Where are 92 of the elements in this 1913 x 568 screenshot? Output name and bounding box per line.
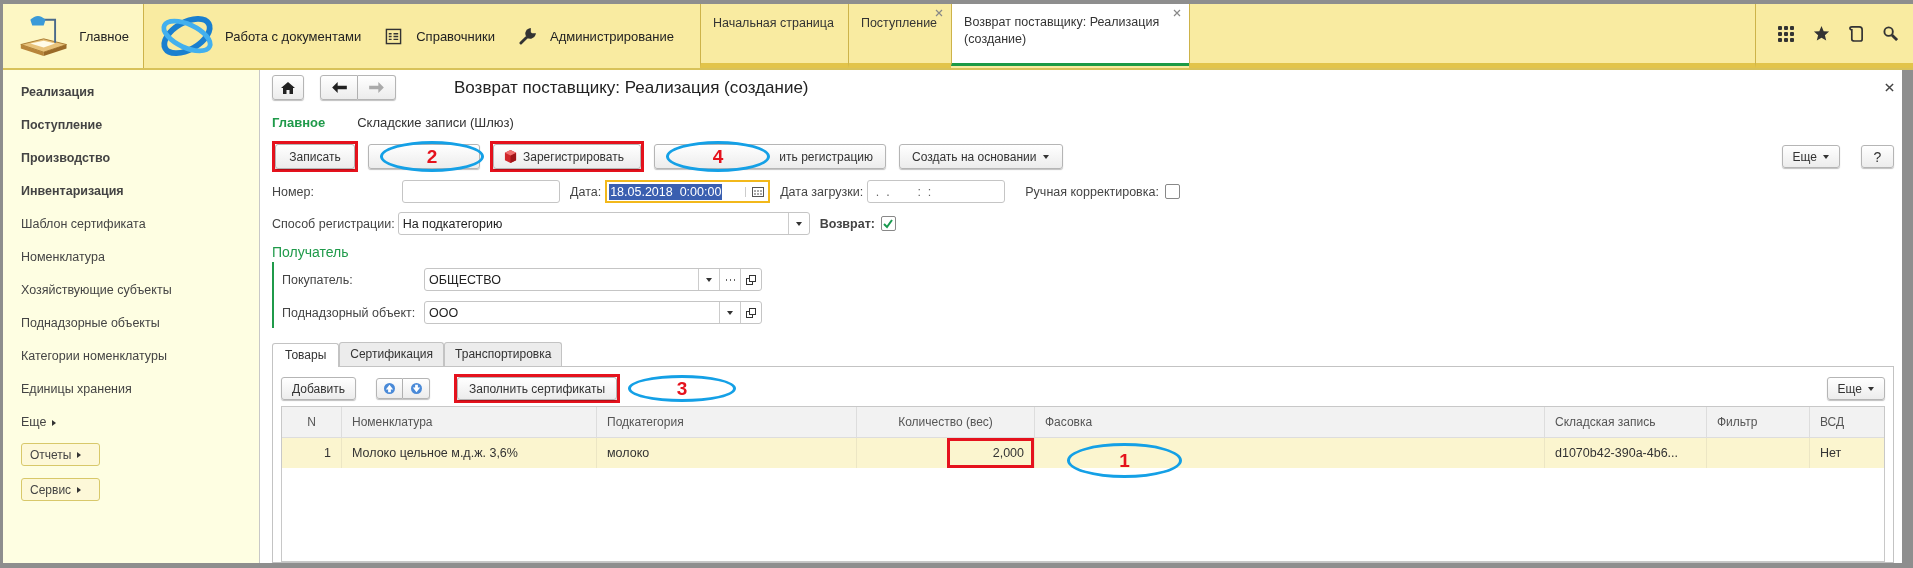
- nav-link[interactable]: Производство: [21, 142, 111, 175]
- nav-link[interactable]: Поднадзорные объекты: [21, 307, 160, 340]
- column-header[interactable]: ВСД: [1810, 407, 1884, 437]
- fill-button[interactable]: Заполнить сертификаты: [457, 377, 618, 400]
- nav-link[interactable]: Единицы хранения: [21, 373, 132, 406]
- section-tab[interactable]: Работа с документами: [144, 4, 376, 68]
- table-cell-text: Нет: [1819, 445, 1843, 462]
- table-cell: Молоко цельное м.д.ж. 3,6%: [342, 438, 597, 468]
- column-header[interactable]: Фасовка: [1035, 407, 1545, 437]
- arrow-down-icon: [410, 383, 422, 394]
- form-title: Возврат поставщику: Реализация (создание): [454, 77, 809, 98]
- field-label: Дата загрузки:: [780, 184, 864, 199]
- annotation-number: 1: [1119, 451, 1130, 470]
- wrench-icon: [519, 27, 536, 45]
- field-label: Способ регистрации:: [272, 216, 395, 231]
- apps-grid-icon[interactable]: [1778, 25, 1794, 42]
- table-cell: d1070b42-390a-4b6...: [1545, 438, 1707, 468]
- more-link[interactable]: Еще: [21, 406, 57, 439]
- nav-link[interactable]: Поступление: [21, 109, 103, 142]
- back-button[interactable]: [320, 75, 358, 100]
- column-header[interactable]: Количество (вес): [857, 407, 1035, 437]
- column-header[interactable]: Подкатегория: [597, 407, 857, 437]
- open-tab[interactable]: Начальная страница: [699, 4, 848, 68]
- caret-icon: [77, 451, 82, 458]
- more-button[interactable]: Еще: [1781, 145, 1840, 168]
- nav-link[interactable]: Номенклатура: [21, 241, 105, 274]
- date-field[interactable]: 18.05.2018 0:00:00: [605, 180, 771, 203]
- close-icon[interactable]: [1885, 83, 1894, 92]
- column-header[interactable]: Складская запись: [1545, 407, 1707, 437]
- nav-link[interactable]: Инвентаризация: [21, 175, 124, 208]
- arrow-right-icon: [369, 82, 384, 93]
- field-label: Номер:: [272, 184, 315, 199]
- method-select[interactable]: На подкатегорию: [397, 212, 810, 235]
- list-icon: [385, 27, 403, 45]
- nav-link[interactable]: Шаблон сертификата: [21, 208, 146, 241]
- number-field[interactable]: [402, 180, 560, 203]
- command-button[interactable]: Записать: [275, 144, 355, 169]
- calendar-icon[interactable]: [745, 186, 765, 197]
- home-icon: [281, 81, 295, 94]
- arrow-up-icon: [384, 383, 396, 394]
- table-tab[interactable]: Товары: [272, 343, 340, 367]
- menu-button[interactable]: Сервис: [21, 478, 100, 501]
- column-header[interactable]: N: [282, 407, 342, 437]
- nav-link[interactable]: Реализация: [21, 76, 95, 109]
- checkbox[interactable]: [880, 216, 896, 231]
- command-button[interactable]: Создать на основании: [899, 144, 1063, 169]
- section-tab[interactable]: Администрирование: [509, 4, 688, 68]
- annotation-number: 4: [712, 147, 724, 166]
- move-down-button[interactable]: [403, 378, 431, 399]
- nav-link[interactable]: Категории номенклатуры: [21, 340, 167, 373]
- caret-icon: [52, 419, 57, 426]
- buyer-field[interactable]: ОБЩЕСТВО: [424, 268, 762, 291]
- section-tab[interactable]: Главное: [3, 4, 144, 68]
- dropdown-caret-icon: [1823, 154, 1829, 159]
- field-label: Ручная корректировка:: [1025, 184, 1159, 199]
- column-header[interactable]: Номенклатура: [342, 407, 597, 437]
- arrow-left-icon: [331, 82, 347, 93]
- form-tab[interactable]: Главное: [272, 114, 326, 130]
- command-button[interactable]: [368, 144, 480, 169]
- form-tab[interactable]: Складские записи (Шлюз): [357, 114, 514, 130]
- help-button[interactable]: ?: [1861, 145, 1894, 168]
- more-button[interactable]: Еще: [1826, 377, 1885, 400]
- field-label: Возврат:: [819, 216, 875, 231]
- table-tab[interactable]: Транспортировка: [444, 342, 563, 366]
- group-title: Получатель: [272, 244, 350, 260]
- cube-icon: [504, 150, 517, 163]
- field-label: Дата:: [570, 184, 602, 199]
- table-cell: молоко: [597, 438, 857, 468]
- field-label: Покупатель:: [282, 272, 354, 287]
- checkbox[interactable]: [1164, 184, 1180, 199]
- menu-button[interactable]: Отчеты: [21, 443, 100, 466]
- command-button[interactable]: Зарегистрировать: [493, 144, 641, 169]
- add-button[interactable]: Добавить: [281, 377, 357, 400]
- field-label: Поднадзорный объект:: [282, 305, 417, 320]
- annotation-number: 2: [426, 147, 438, 166]
- move-up-button[interactable]: [376, 378, 404, 399]
- open-tab[interactable]: Возврат поставщику: Реализация (создание): [951, 4, 1190, 66]
- dropdown-caret-icon: [1868, 386, 1874, 391]
- caret-icon: [77, 486, 82, 493]
- star-icon[interactable]: [1813, 25, 1830, 42]
- section-tab[interactable]: Справочники: [375, 4, 509, 68]
- object-field[interactable]: ООО: [424, 301, 762, 324]
- search-icon[interactable]: [1883, 26, 1898, 41]
- annotation-number: 3: [676, 379, 688, 398]
- load-date-field[interactable]: . . : :: [867, 180, 1006, 203]
- home-button[interactable]: [272, 75, 304, 100]
- table-cell: 1: [282, 438, 342, 468]
- table-tab[interactable]: Сертификация: [339, 342, 445, 366]
- nav-link[interactable]: Хозяйствующие субъекты: [21, 274, 172, 307]
- column-header[interactable]: Фильтр: [1707, 407, 1810, 437]
- table-cell: 2,000: [947, 438, 1035, 468]
- history-icon[interactable]: [1849, 25, 1864, 42]
